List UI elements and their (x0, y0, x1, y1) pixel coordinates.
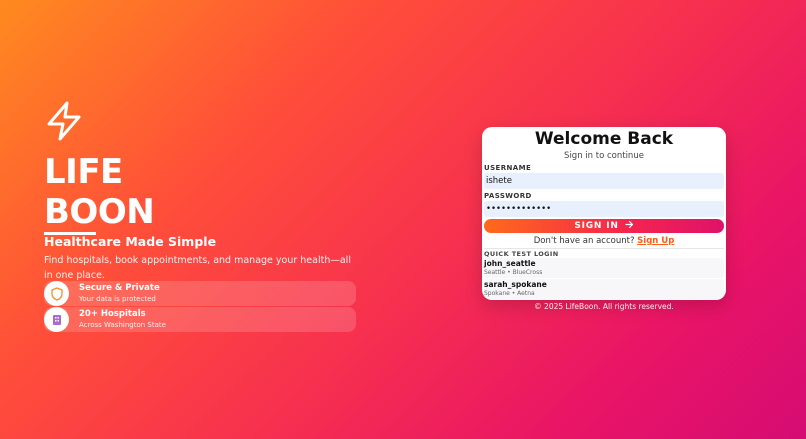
quick-login-details: Spokane • Aetna (484, 290, 535, 297)
login-title: Welcome Back (534, 129, 674, 149)
arrow-right-icon (625, 220, 634, 232)
brand-logo: LIFE BOON (44, 152, 155, 235)
quick-login-username: sarah_spokane (484, 280, 547, 289)
sign-in-label: SIGN IN (574, 221, 619, 231)
no-account-text: Don't have an account? (533, 236, 635, 246)
quick-login-heading: QUICK TEST LOGIN (484, 250, 559, 258)
feature-secure: Secure & Private Your data is protected (44, 281, 356, 306)
login-card: Welcome Back Sign in to continue USERNAM… (482, 127, 726, 300)
brand-line-2: BOON (44, 192, 155, 232)
signup-row: Don't have an account? Sign Up (482, 236, 726, 246)
feature-title: 20+ Hospitals (79, 309, 146, 319)
tagline: Healthcare Made Simple (44, 234, 217, 249)
password-input[interactable]: ••••••••••••• (484, 201, 724, 217)
sign-in-button[interactable]: SIGN IN (484, 219, 724, 233)
shield-icon (44, 281, 69, 306)
feature-hospitals: 20+ Hospitals Across Washington State (44, 307, 356, 332)
quick-login-section: QUICK TEST LOGIN john_seattle Seattle • … (484, 248, 724, 299)
username-label: USERNAME (484, 164, 532, 172)
feature-title: Secure & Private (79, 283, 160, 293)
quick-login-details: Seattle • BlueCross (484, 269, 543, 276)
password-label: PASSWORD (484, 192, 532, 200)
sign-up-link[interactable]: Sign Up (637, 236, 674, 246)
brand-line-1: LIFE (44, 152, 123, 192)
quick-login-username: john_seattle (484, 259, 536, 268)
hospital-icon (44, 307, 69, 332)
login-subtitle: Sign in to continue (564, 151, 644, 161)
feature-subtitle: Across Washington State (79, 321, 166, 329)
lightning-bolt-icon (44, 100, 86, 142)
footer-copyright: © 2025 LifeBoon. All rights reserved. (534, 302, 674, 311)
quick-login-item[interactable]: sarah_spokane Spokane • Aetna (484, 279, 724, 299)
username-input[interactable]: ishete (484, 173, 724, 189)
quick-login-item[interactable]: john_seattle Seattle • BlueCross (484, 258, 724, 278)
brand-description: Find hospitals, book appointments, and m… (44, 255, 351, 281)
feature-subtitle: Your data is protected (79, 295, 156, 303)
